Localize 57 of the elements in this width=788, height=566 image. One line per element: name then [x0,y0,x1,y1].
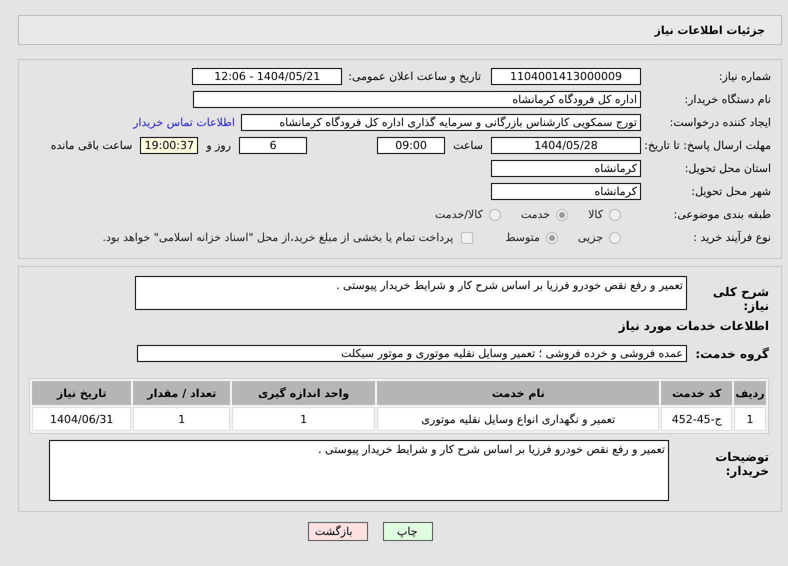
section-title: اطلاعات خدمات مورد نیاز [617,319,769,333]
radio-button[interactable] [609,208,621,220]
option-label: کالا [588,208,603,221]
option-label: کالا/خدمت [435,208,483,221]
service-group-field: عمده فروشی و خرده فروشی ؛ تعمیر وسایل نقلیه موتوری و موتور سیکلت [137,345,687,362]
option-label: متوسط [505,231,540,244]
field-label: روز و [206,139,232,152]
column-header: ردیف [734,381,766,405]
days-field: 6 [239,137,308,154]
field-label: مهلت ارسال پاسخ: تا تاریخ: [643,139,771,152]
option-label: خدمت [520,208,550,221]
column-header: نام خدمت [377,381,660,405]
buyer-contact-link[interactable]: اطلاعات تماس خریدار [133,116,235,129]
field-label: ایجاد کننده درخواست: [668,116,771,129]
buyer-org-field: اداره کل فرودگاه کرمانشاه [193,91,641,108]
column-header: تعداد / مقدار [133,381,230,405]
city-field: کرمانشاه [491,183,641,200]
column-header: واحد اندازه گیری [232,381,376,405]
requester-field: تورج سمکویی کارشناس بازرگانی و سرمایه گذاری اداره کل فرودگاه کرمانشاه [241,114,641,131]
table-cell: ج-45-452 [661,407,732,431]
deadline-date-field: 1404/05/28 [491,137,641,154]
buyer-notes-textarea: تعمیر و رفع نقص خودرو فرزیا بر اساس شرح کار و شرایط خریدار پیوستی . [49,440,669,501]
field-label: توضیحات خریدار: [714,450,770,478]
column-header: تاریخ نیاز [32,381,132,405]
field-label: گروه خدمت: [694,346,770,360]
table-cell: 1 [133,407,230,431]
field-label: طبقه بندی موضوعی: [672,208,771,221]
field-label: شهر محل تحویل: [690,185,771,198]
column-header: کد خدمت [661,381,732,405]
field-label: ساعت [453,139,483,152]
radio-button[interactable] [546,232,558,244]
remaining-time-field: 19:00:37 [140,137,198,154]
radio-button[interactable] [488,208,501,220]
announce-date-field: 1404/05/21 - 12:06 [192,68,342,85]
checkbox-label: پرداخت تمام یا بخشی از مبلغ خرید،از محل "اسناد خزانه اسلامی" خواهد بود. [102,231,454,244]
print-button[interactable]: چاپ [382,522,432,541]
table-cell: تعمیر و نگهداری انواع وسایل نقلیه موتوری [377,407,660,431]
table-cell: 1 [734,407,766,431]
deadline-time-field: 09:00 [377,137,446,154]
field-label: شرح کلی نیاز: [712,285,770,313]
field-label: استان محل تحویل: [684,162,771,175]
table-cell: 1404/06/31 [32,407,132,431]
field-label: تاریخ و ساعت اعلان عمومی: [348,70,481,83]
back-button[interactable]: بازگشت [308,522,368,541]
need-number-field: 1104001413000009 [491,68,641,85]
description-textarea: تعمیر و رفع نقص خودرو فرزیا بر اساس شرح کار و شرایط خریدار پیوستی . [135,276,687,310]
table-cell: 1 [232,407,376,431]
option-label: جزیی [578,231,603,244]
province-field: کرمانشاه [491,160,641,177]
field-label: ساعت باقی مانده [50,139,132,152]
checkbox[interactable] [461,232,474,244]
radio-button[interactable] [609,232,621,244]
radio-button[interactable] [556,208,568,220]
field-label: شماره نیاز: [718,70,771,83]
field-label: نوع فرآیند خرید : [692,231,771,244]
page-title: جزئیات اطلاعات نیاز [654,24,765,36]
field-label: نام دستگاه خریدار: [683,93,771,106]
